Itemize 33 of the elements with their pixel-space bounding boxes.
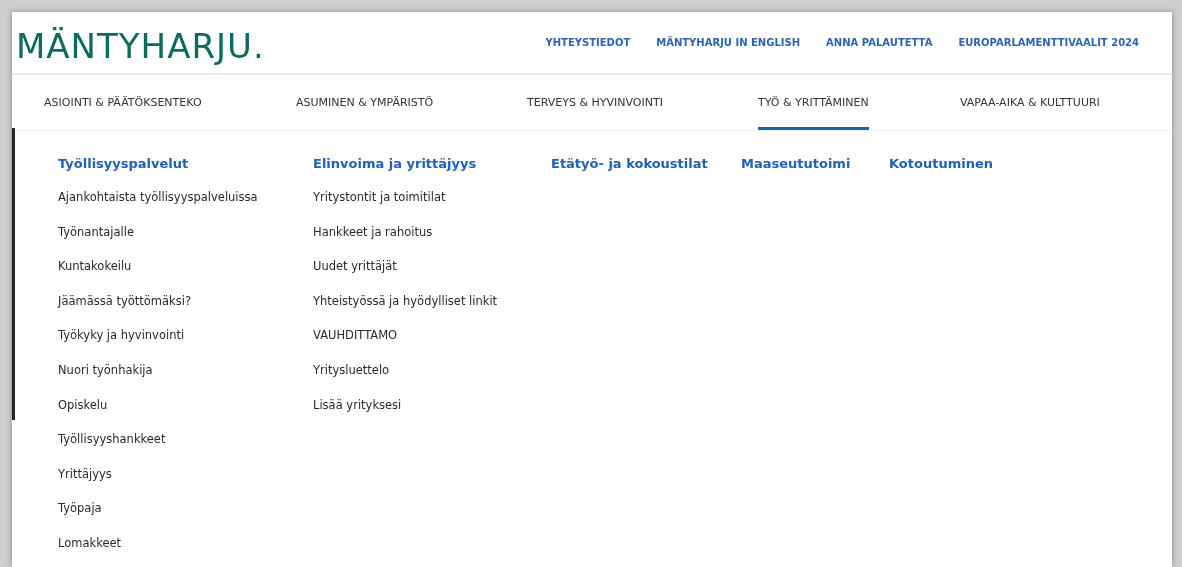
top-link[interactable]: MÄNTYHARJU IN ENGLISH [656, 37, 801, 48]
menu-link[interactable]: Työpaja [58, 499, 102, 534]
menu-link[interactable]: Opiskelu [58, 395, 108, 431]
menu-link[interactable]: Jäämässä työttömäksi? [58, 291, 192, 327]
menu-link[interactable]: Yritysluettelo [313, 360, 390, 396]
nav-tab[interactable]: TERVEYS & HYVINVOINTI [527, 75, 663, 130]
nav-tab[interactable]: ASIOINTI & PÄÄTÖKSENTEKO [44, 75, 202, 130]
nav-tab[interactable]: VAPAA-AIKA & KULTTUURI [960, 75, 1100, 130]
menu-link[interactable]: Nuori työnhakija [58, 360, 153, 396]
top-link[interactable]: EUROPARLAMENTTIVAALIT 2024 [958, 37, 1139, 48]
site-logo[interactable]: MÄNTYHARJU. [16, 25, 265, 66]
menu-link[interactable]: Ajankohtaista työllisyyspalveluissa [58, 188, 258, 223]
menu-link[interactable]: Työnantajalle [58, 222, 134, 258]
nav-tab[interactable]: ASUMINEN & YMPÄRISTÖ [296, 75, 434, 130]
menu-link[interactable]: Lisää yrityksesi [313, 395, 402, 431]
menu-link[interactable]: Lomakkeet [58, 533, 122, 567]
menu-heading-link[interactable]: Kotoutuminen [889, 155, 993, 185]
nav-tab[interactable]: TYÖ & YRITTÄMINEN [758, 75, 869, 130]
top-link[interactable]: ANNA PALAUTETTA [826, 37, 933, 48]
menu-heading-link[interactable]: Etätyö- ja kokoustilat [551, 155, 708, 185]
menu-link[interactable]: Yhteistyössä ja hyödylliset linkit [313, 291, 498, 327]
menu-heading-link[interactable]: Maaseututoimi [741, 155, 851, 185]
menu-link[interactable]: Työllisyyshankkeet [58, 430, 166, 465]
menu-heading-link[interactable]: Työllisyyspalvelut [58, 155, 189, 185]
top-link[interactable]: YHTEYSTIEDOT [545, 37, 631, 48]
menu-link[interactable]: Yritystontit ja toimitilat [313, 188, 446, 223]
menu-link[interactable]: Työkyky ja hyvinvointi [58, 326, 185, 361]
menu-link[interactable]: Kuntakokeilu [58, 257, 132, 292]
menu-heading-link[interactable]: Elinvoima ja yrittäjyys [313, 155, 477, 185]
menu-link[interactable]: Yrittäjyys [58, 464, 112, 500]
menu-link[interactable]: Uudet yrittäjät [313, 257, 397, 292]
menu-link[interactable]: VAUHDITTAMO [313, 326, 398, 361]
menu-link[interactable]: Hankkeet ja rahoitus [313, 222, 433, 258]
